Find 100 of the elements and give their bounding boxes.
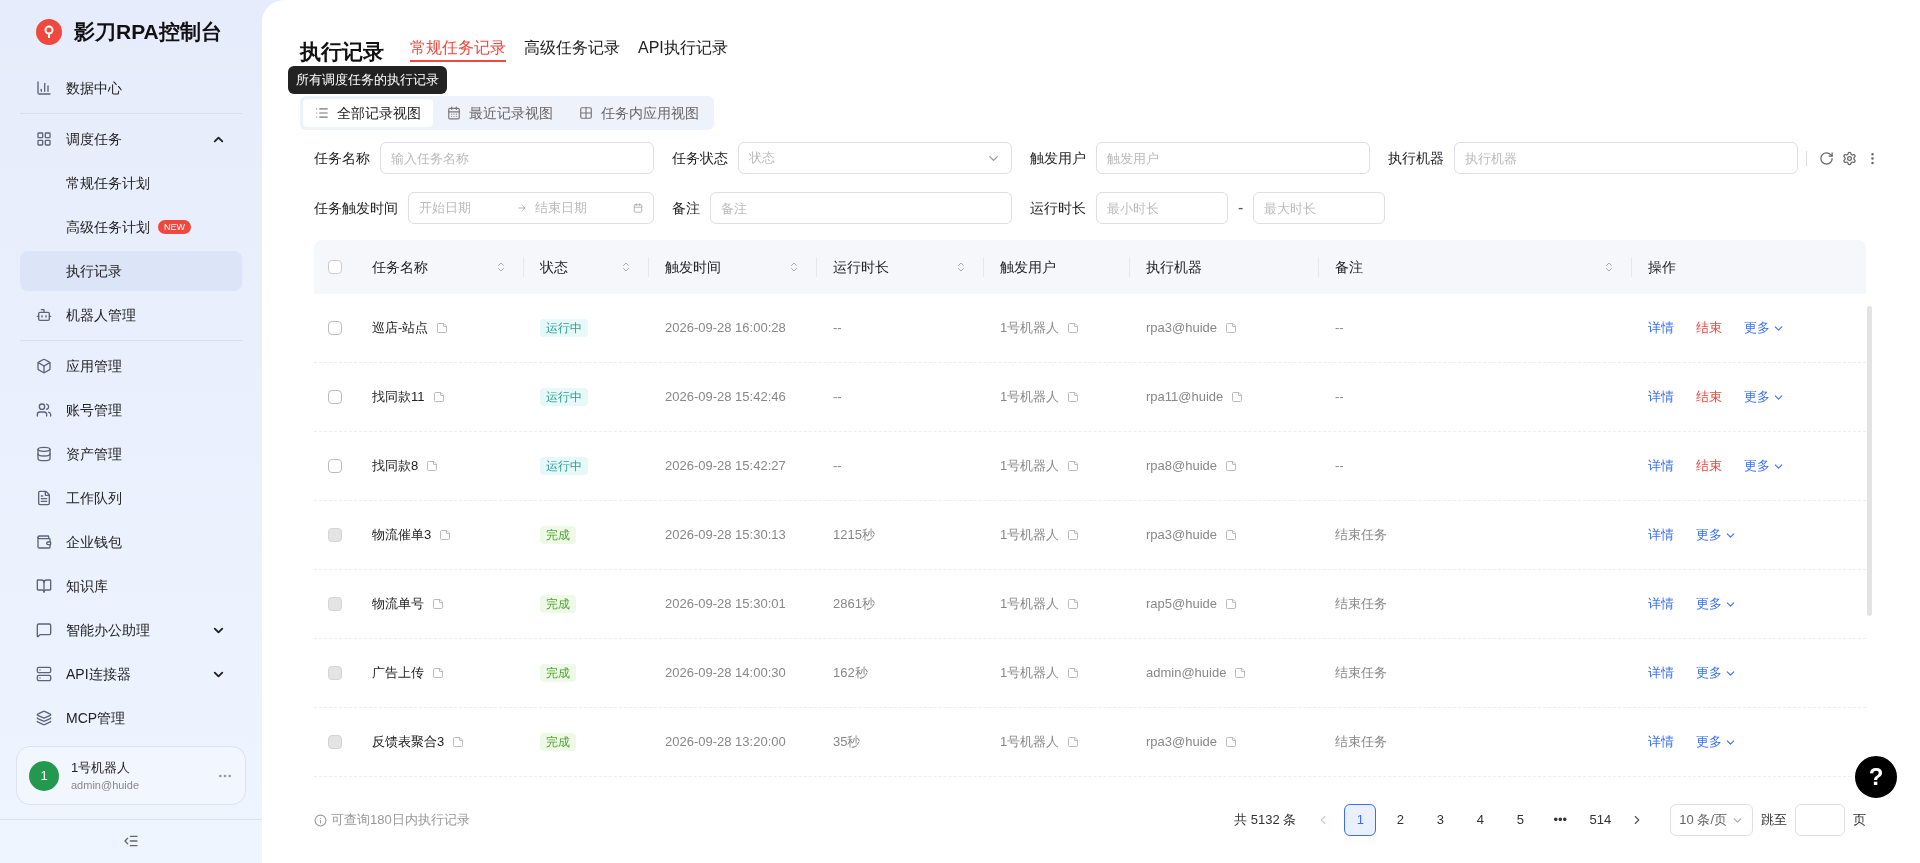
sidebar-item[interactable]: 企业钱包 bbox=[20, 520, 242, 565]
calendar-icon[interactable] bbox=[633, 201, 643, 215]
task-name: 物流催单3 bbox=[372, 526, 432, 545]
task-name: 巡店-站点 bbox=[372, 319, 429, 338]
more-dropdown[interactable]: 更多 bbox=[1744, 318, 1785, 338]
text-field[interactable]: 执行机器 bbox=[1454, 142, 1798, 174]
note-icon[interactable] bbox=[439, 529, 452, 541]
sidebar-subitem[interactable]: 高级任务计划 NEW bbox=[20, 207, 242, 248]
sidebar-item[interactable]: 数据中心 bbox=[20, 66, 242, 111]
sort-icon[interactable] bbox=[955, 261, 967, 273]
note-icon[interactable] bbox=[432, 391, 445, 403]
sidebar-item[interactable]: 账号管理 bbox=[20, 388, 242, 433]
note-icon[interactable] bbox=[452, 736, 465, 748]
note-icon[interactable] bbox=[432, 667, 444, 679]
column-header[interactable]: 备注 bbox=[1335, 256, 1615, 278]
row-checkbox[interactable] bbox=[328, 390, 342, 404]
sidebar-item[interactable]: 调度任务 bbox=[20, 117, 242, 162]
scrollbar[interactable] bbox=[1867, 306, 1872, 616]
column-header[interactable]: 状态 bbox=[540, 256, 632, 278]
column-header[interactable]: 运行时长 bbox=[833, 256, 967, 278]
view-tab[interactable]: 全部记录视图 bbox=[303, 99, 433, 127]
note-icon[interactable] bbox=[1231, 391, 1244, 403]
page-button[interactable]: 1 bbox=[1344, 804, 1377, 836]
date-range-picker[interactable]: 开始日期 结束日期 bbox=[408, 192, 654, 224]
task-name: 广告上传 bbox=[372, 664, 424, 683]
note-icon[interactable] bbox=[426, 460, 439, 472]
sort-icon[interactable] bbox=[495, 261, 507, 273]
sidebar-subitem[interactable]: 执行记录 bbox=[20, 251, 242, 292]
machine-name: rpa3@huide bbox=[1146, 733, 1218, 752]
note-icon[interactable] bbox=[1067, 736, 1080, 748]
record-tab[interactable]: 常规任务记录 bbox=[410, 40, 506, 62]
note-icon[interactable] bbox=[1225, 598, 1238, 610]
help-button[interactable]: ? bbox=[1852, 753, 1900, 801]
note-icon[interactable] bbox=[1067, 529, 1080, 541]
page-button[interactable]: 3 bbox=[1424, 804, 1457, 836]
row-checkbox[interactable] bbox=[328, 459, 342, 473]
note-icon[interactable] bbox=[432, 598, 444, 610]
text-field[interactable]: 备注 bbox=[710, 192, 1012, 224]
sidebar-item[interactable]: 工作队列 bbox=[20, 476, 242, 521]
details-link[interactable]: 详情 bbox=[1648, 318, 1674, 338]
filter-label: 执行机器 bbox=[1388, 148, 1444, 168]
sort-icon[interactable] bbox=[620, 261, 632, 273]
row-checkbox[interactable] bbox=[328, 321, 342, 335]
run-duration: 35秒 bbox=[833, 734, 861, 750]
more-dropdown[interactable]: 更多 bbox=[1744, 387, 1785, 407]
sidebar-item[interactable]: 智能办公助理 bbox=[20, 608, 242, 653]
details-link[interactable]: 详情 bbox=[1648, 387, 1674, 407]
page-button[interactable]: 2 bbox=[1384, 804, 1417, 836]
sidebar-item[interactable]: MCP管理 bbox=[20, 696, 242, 741]
user-card[interactable]: 1 1号机器人 admin@huide bbox=[16, 746, 246, 805]
sidebar-item[interactable]: 应用管理 bbox=[20, 344, 242, 389]
note-icon[interactable] bbox=[1067, 391, 1080, 403]
sidebar-item[interactable]: 资产管理 bbox=[20, 432, 242, 477]
max-field[interactable]: 最大时长 bbox=[1253, 192, 1386, 224]
min-field[interactable]: 最小时长 bbox=[1096, 192, 1228, 224]
settings-icon[interactable] bbox=[1842, 150, 1857, 166]
record-tab[interactable]: 高级任务记录 bbox=[524, 40, 620, 62]
total-count: 共 5132 条 bbox=[1234, 811, 1297, 830]
sort-icon[interactable] bbox=[1603, 261, 1615, 273]
text-field[interactable]: 触发用户 bbox=[1096, 142, 1370, 174]
note-icon[interactable] bbox=[1225, 736, 1238, 748]
page-button[interactable]: ••• bbox=[1544, 804, 1577, 836]
end-link[interactable]: 结束 bbox=[1696, 456, 1722, 476]
details-link[interactable]: 详情 bbox=[1648, 456, 1674, 476]
page-button[interactable]: 514 bbox=[1584, 804, 1617, 836]
start-date-field[interactable]: 开始日期 bbox=[419, 198, 509, 218]
record-tab[interactable]: API执行记录 bbox=[638, 40, 728, 62]
note-icon[interactable] bbox=[1067, 322, 1080, 334]
note-icon[interactable] bbox=[1067, 667, 1080, 679]
sidebar-item[interactable]: API连接器 bbox=[20, 652, 242, 697]
page-button[interactable]: 4 bbox=[1464, 804, 1497, 836]
note-icon[interactable] bbox=[1067, 598, 1080, 610]
sidebar-item[interactable]: 知识库 bbox=[20, 564, 242, 609]
page-size-select[interactable]: 10 条/页 bbox=[1670, 804, 1753, 836]
note-icon[interactable] bbox=[1225, 460, 1238, 472]
header-checkbox[interactable] bbox=[328, 260, 342, 274]
list-icon bbox=[315, 106, 329, 120]
sidebar-subitem[interactable]: 常规任务计划 bbox=[20, 163, 242, 204]
end-date-field[interactable]: 结束日期 bbox=[535, 198, 625, 218]
note-icon[interactable] bbox=[1225, 322, 1238, 334]
note-icon[interactable] bbox=[436, 322, 449, 334]
note-icon[interactable] bbox=[1234, 667, 1247, 679]
end-link[interactable]: 结束 bbox=[1696, 318, 1722, 338]
sidebar-item[interactable]: 机器人管理 bbox=[20, 293, 242, 338]
more-dropdown[interactable]: 更多 bbox=[1744, 456, 1785, 476]
page-button[interactable]: 5 bbox=[1504, 804, 1537, 836]
sort-icon[interactable] bbox=[788, 261, 800, 273]
note-icon[interactable] bbox=[1225, 529, 1238, 541]
users-icon bbox=[36, 402, 52, 419]
note-icon[interactable] bbox=[1067, 460, 1080, 472]
text-field[interactable]: 输入任务名称 bbox=[380, 142, 654, 174]
page-jump-field[interactable] bbox=[1795, 804, 1845, 836]
view-tab[interactable]: 最近记录视图 bbox=[435, 99, 565, 127]
column-header[interactable]: 触发时间 bbox=[665, 256, 800, 278]
end-link[interactable]: 结束 bbox=[1696, 387, 1722, 407]
view-tab[interactable]: 任务内应用视图 bbox=[567, 99, 711, 127]
status-tag: 运行中 bbox=[540, 457, 588, 476]
document-icon bbox=[36, 490, 52, 507]
column-header[interactable]: 任务名称 bbox=[372, 256, 507, 278]
refresh-icon[interactable] bbox=[1819, 150, 1834, 166]
